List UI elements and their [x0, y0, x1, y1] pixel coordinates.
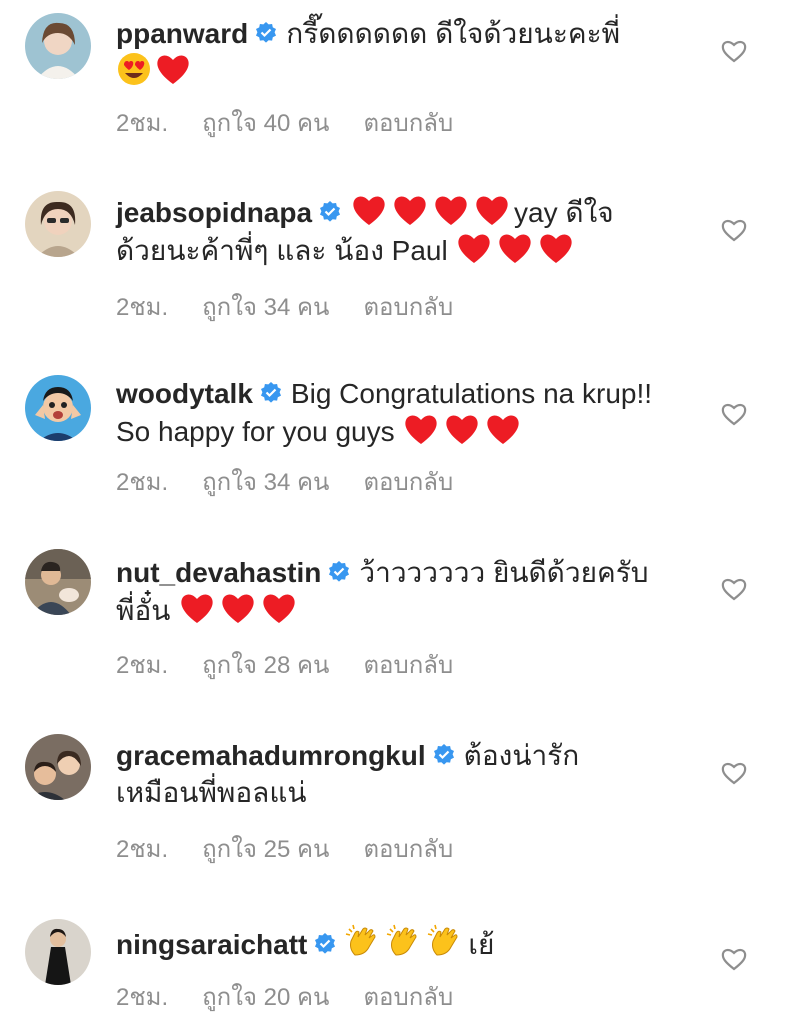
red-heart-icon [350, 193, 388, 227]
comment-text: ppanward กรี๊ดดดดดด ดีใจด้วยนะคะพี่ [116, 15, 656, 90]
red-heart-icon [473, 193, 511, 227]
red-heart-icon [260, 591, 298, 625]
comment-meta: 2ชม. ถูกใจ 40 คน ตอบกลับ [116, 103, 487, 142]
verified-badge-icon [259, 381, 283, 405]
avatar[interactable] [25, 375, 91, 441]
comment-time: 2ชม. [116, 469, 169, 496]
heart-outline-icon[interactable] [720, 575, 748, 603]
reply-button[interactable]: ตอบกลับ [363, 836, 453, 863]
red-heart-icon [496, 231, 534, 265]
heart-outline-icon[interactable] [720, 759, 748, 787]
like-count[interactable]: ถูกใจ 34 คน [202, 294, 329, 321]
comment-time: 2ชม. [116, 984, 169, 1011]
comment-time: 2ชม. [116, 836, 169, 863]
heart-outline-icon[interactable] [720, 216, 748, 244]
comment-meta: 2ชม. ถูกใจ 25 คน ตอบกลับ [116, 829, 487, 868]
username-link[interactable]: ningsaraichatt [116, 929, 307, 960]
red-heart-icon [178, 591, 216, 625]
heart-outline-icon[interactable] [720, 945, 748, 973]
avatar[interactable] [25, 549, 91, 615]
reply-button[interactable]: ตอบกลับ [363, 652, 453, 679]
like-count[interactable]: ถูกใจ 28 คน [202, 652, 329, 679]
comment-body: กรี๊ดดดดดด ดีใจด้วยนะคะพี่ [286, 18, 621, 49]
verified-badge-icon [327, 560, 351, 584]
red-heart-icon [443, 412, 481, 446]
like-count[interactable]: ถูกใจ 34 คน [202, 469, 329, 496]
avatar[interactable] [25, 191, 91, 257]
avatar[interactable] [25, 734, 91, 800]
comment-meta: 2ชม. ถูกใจ 20 คน ตอบกลับ [116, 977, 487, 1016]
comment-text: gracemahadumrongkul ต้องน่ารักเหมือนพี่พอ… [116, 737, 656, 811]
red-heart-icon [219, 591, 257, 625]
heart-outline-icon[interactable] [720, 400, 748, 428]
comment-text: ningsaraichatt เย้ [116, 923, 656, 963]
username-link[interactable]: ppanward [116, 18, 248, 49]
username-link[interactable]: jeabsopidnapa [116, 197, 312, 228]
comment-time: 2ชม. [116, 294, 169, 321]
red-heart-icon [432, 193, 470, 227]
red-heart-icon [402, 412, 440, 446]
comment-meta: 2ชม. ถูกใจ 34 คน ตอบกลับ [116, 462, 487, 501]
comment-meta: 2ชม. ถูกใจ 28 คน ตอบกลับ [116, 645, 487, 684]
red-heart-icon [484, 412, 522, 446]
username-link[interactable]: gracemahadumrongkul [116, 740, 426, 771]
reply-button[interactable]: ตอบกลับ [363, 110, 453, 137]
clapping-hands-icon [427, 923, 465, 959]
reply-button[interactable]: ตอบกลับ [363, 294, 453, 321]
avatar[interactable] [25, 13, 91, 79]
comment-meta: 2ชม. ถูกใจ 34 คน ตอบกลับ [116, 287, 487, 326]
username-link[interactable]: nut_devahastin [116, 557, 321, 588]
red-heart-icon [155, 52, 191, 86]
like-count[interactable]: ถูกใจ 25 คน [202, 836, 329, 863]
reply-button[interactable]: ตอบกลับ [363, 469, 453, 496]
comment-text: jeabsopidnapa yay ดีใจด้วยนะค้าพี่ๆ และ น… [116, 193, 656, 269]
comment-time: 2ชม. [116, 652, 169, 679]
clapping-hands-icon [345, 923, 383, 959]
comment-time: 2ชม. [116, 110, 169, 137]
clapping-hands-icon [386, 923, 424, 959]
heart-outline-icon[interactable] [720, 37, 748, 65]
red-heart-icon [537, 231, 575, 265]
reply-button[interactable]: ตอบกลับ [363, 984, 453, 1011]
like-count[interactable]: ถูกใจ 20 คน [202, 984, 329, 1011]
verified-badge-icon [432, 743, 456, 767]
comment-body: เย้ [468, 929, 495, 960]
like-count[interactable]: ถูกใจ 40 คน [202, 110, 329, 137]
avatar[interactable] [25, 919, 91, 985]
red-heart-icon [455, 231, 493, 265]
username-link[interactable]: woodytalk [116, 378, 253, 409]
red-heart-icon [391, 193, 429, 227]
smiling-face-heart-eyes-icon [116, 52, 152, 86]
comment-text: nut_devahastin ว้าวววววว ยินดีด้วยครับพี่… [116, 554, 656, 629]
verified-badge-icon [313, 932, 337, 956]
verified-badge-icon [254, 21, 278, 45]
comment-text: woodytalk Big Congratulations na krup!! S… [116, 375, 656, 450]
verified-badge-icon [318, 200, 342, 224]
